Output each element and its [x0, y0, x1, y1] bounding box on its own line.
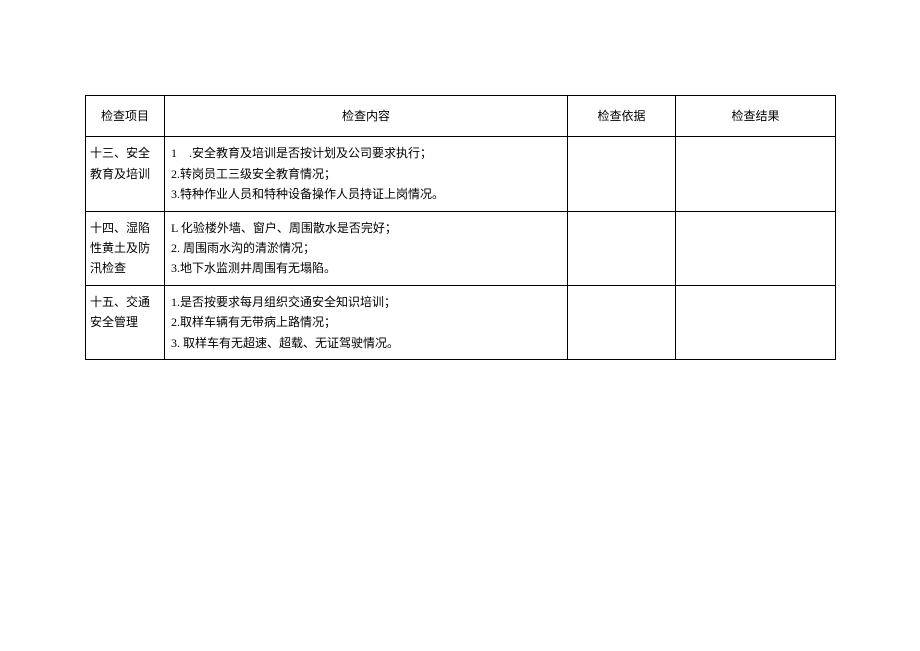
header-content: 检查内容	[165, 96, 568, 137]
cell-result	[676, 137, 836, 211]
cell-content: L 化验楼外墙、窗户、周围散水是否完好；2. 周围雨水沟的清淤情况；3.地下水监…	[165, 211, 568, 285]
cell-item: 十五、交通安全管理	[86, 285, 165, 359]
header-result: 检查结果	[676, 96, 836, 137]
inspection-table: 检查项目 检查内容 检查依据 检查结果 十三、安全教育及培训 1 .安全教育及培…	[85, 95, 836, 360]
cell-result	[676, 211, 836, 285]
header-basis: 检查依据	[568, 96, 676, 137]
cell-basis	[568, 137, 676, 211]
cell-result	[676, 285, 836, 359]
cell-content: 1 .安全教育及培训是否按计划及公司要求执行；2.转岗员工三级安全教育情况；3.…	[165, 137, 568, 211]
table-row: 十四、湿陷性黄土及防汛检查 L 化验楼外墙、窗户、周围散水是否完好；2. 周围雨…	[86, 211, 836, 285]
table-row: 十五、交通安全管理 1.是否按要求每月组织交通安全知识培训；2.取样车辆有无带病…	[86, 285, 836, 359]
cell-item: 十三、安全教育及培训	[86, 137, 165, 211]
cell-item: 十四、湿陷性黄土及防汛检查	[86, 211, 165, 285]
cell-basis	[568, 211, 676, 285]
cell-content: 1.是否按要求每月组织交通安全知识培训；2.取样车辆有无带病上路情况；3. 取样…	[165, 285, 568, 359]
header-item: 检查项目	[86, 96, 165, 137]
table-row: 十三、安全教育及培训 1 .安全教育及培训是否按计划及公司要求执行；2.转岗员工…	[86, 137, 836, 211]
cell-basis	[568, 285, 676, 359]
table-header-row: 检查项目 检查内容 检查依据 检查结果	[86, 96, 836, 137]
